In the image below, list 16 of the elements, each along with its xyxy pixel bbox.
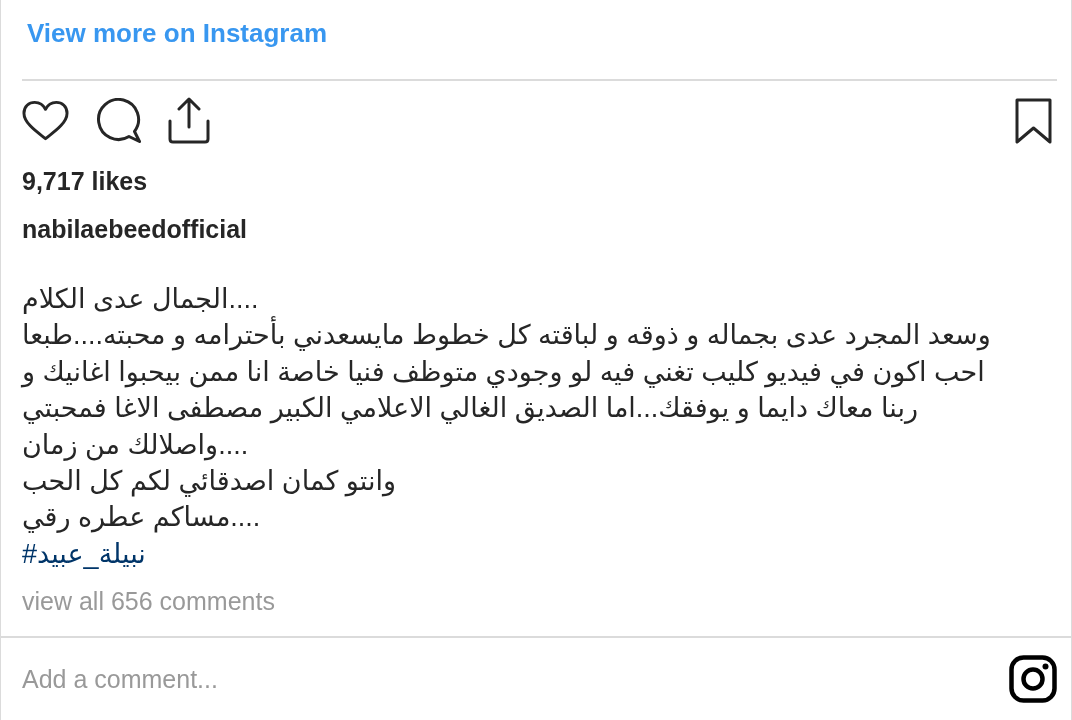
hashtag-link[interactable]: #نبيلة_عبيد — [22, 535, 146, 573]
caption-line: مساكم عطره رقي.... — [22, 501, 261, 535]
bookmark-icon[interactable] — [1015, 97, 1052, 144]
camera-icon[interactable] — [1009, 655, 1057, 704]
caption-line: احب اكون في فيديو كليب تغني فيه لو وجودي متوظف فنيا خاصة انا ممن بيحبوا اغانيك و — [22, 355, 985, 390]
share-icon[interactable] — [168, 97, 210, 144]
caption-line: وسعد المجرد عدى بجماله و ذوقه و لباقته كل خطوط مايسعدني بأحترامه و محبته....طبعا — [22, 317, 991, 354]
comment-bubble-icon[interactable] — [96, 97, 142, 144]
caption-line: الجمال عدى الكلام.... — [22, 283, 259, 316]
caption-line: وانتو كمان اصدقائي لكم كل الحب — [22, 465, 396, 499]
comment-input[interactable]: Add a comment... — [22, 662, 989, 697]
likes-count: 9,717 likes — [22, 166, 148, 196]
heart-icon[interactable] — [22, 100, 69, 141]
caption-line: ربنا معاك دايما و يوفقك...اما الصديق الغالي الاعلامي الكبير مصطفى الاغا فمحبتي — [22, 392, 918, 426]
caption-line: واصلالك من زمان.... — [22, 428, 249, 463]
username-link[interactable]: nabilaebeedofficial — [22, 214, 248, 244]
